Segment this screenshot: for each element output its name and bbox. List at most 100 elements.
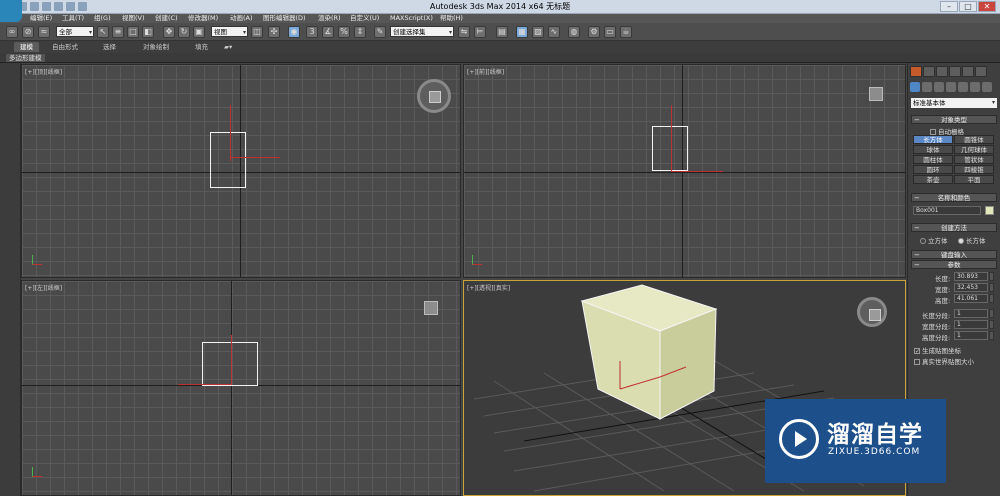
motion-tab-icon[interactable] — [949, 66, 961, 77]
box-radio[interactable]: 长方体 — [958, 235, 986, 245]
menu-tools[interactable]: 工具(T) — [62, 14, 84, 23]
box-object[interactable] — [210, 132, 246, 188]
curve-editor-icon[interactable]: ∿ — [548, 26, 560, 38]
tube-button[interactable]: 管状体 — [954, 155, 994, 164]
select-manipulate-icon[interactable]: ✣ — [268, 26, 280, 38]
helpers-icon[interactable] — [958, 82, 968, 92]
menu-maxscript[interactable]: MAXScript(X) — [390, 14, 433, 23]
viewport-top[interactable]: [+][顶][线框] — [21, 64, 461, 278]
keyboard-shortcut-override-icon[interactable]: ◉ — [288, 26, 300, 38]
select-by-name-icon[interactable]: ≡ — [112, 26, 124, 38]
width-input[interactable]: 32.453 — [954, 283, 988, 292]
keyboard-entry-rollout[interactable]: 键盘输入 — [911, 250, 997, 260]
name-color-rollout[interactable]: 名称和颜色 — [911, 193, 997, 203]
object-color-swatch[interactable] — [985, 206, 994, 215]
rendered-frame-icon[interactable]: ▭ — [604, 26, 616, 38]
tab-object-paint[interactable]: 对象绘制 — [143, 42, 169, 52]
utilities-tab-icon[interactable] — [975, 66, 987, 77]
pyramid-button[interactable]: 四棱锥 — [954, 165, 994, 174]
menu-animation[interactable]: 动画(A) — [230, 14, 253, 23]
edit-named-selection-icon[interactable]: ✎ — [374, 26, 386, 38]
percent-snap-icon[interactable]: % — [338, 26, 350, 38]
menu-create[interactable]: 创建(C) — [155, 14, 178, 23]
display-tab-icon[interactable] — [962, 66, 974, 77]
rect-selection-icon[interactable]: □ — [127, 26, 139, 38]
viewport-label-top[interactable]: [+][顶][线框] — [25, 67, 62, 76]
cylinder-button[interactable]: 圆柱体 — [913, 155, 953, 164]
angle-snap-icon[interactable]: ∡ — [322, 26, 334, 38]
object-type-rollout[interactable]: 对象类型 — [911, 115, 997, 125]
align-icon[interactable]: ⊨ — [474, 26, 486, 38]
select-move-icon[interactable]: ✥ — [163, 26, 175, 38]
named-selection-dropdown[interactable]: 创建选择集 — [390, 26, 454, 38]
unlink-icon[interactable]: ⊘ — [22, 26, 34, 38]
width-spinner[interactable] — [989, 283, 994, 292]
box-button[interactable]: 长方体 — [913, 135, 953, 144]
pivot-center-icon[interactable]: ◫ — [251, 26, 263, 38]
reference-coord-dropdown[interactable]: 视图 — [211, 26, 248, 38]
parameters-rollout[interactable]: 参数 — [911, 260, 997, 270]
mirror-icon[interactable]: ⇋ — [458, 26, 470, 38]
height-spinner[interactable] — [989, 294, 994, 303]
viewcube-icon[interactable] — [857, 297, 887, 327]
length-input[interactable]: 30.893 — [954, 272, 988, 281]
application-menu-icon[interactable] — [0, 0, 22, 22]
lights-icon[interactable] — [934, 82, 944, 92]
menu-customize[interactable]: 自定义(U) — [350, 14, 379, 23]
real-world-checkbox[interactable]: 真实世界贴图大小 — [914, 356, 974, 366]
cameras-icon[interactable] — [946, 82, 956, 92]
create-tab-icon[interactable] — [910, 66, 922, 77]
height-segs-spinner[interactable] — [989, 331, 994, 340]
viewport-left[interactable]: [+][左][线框] — [21, 280, 461, 496]
length-spinner[interactable] — [989, 272, 994, 281]
tab-freeform[interactable]: 自由形式 — [52, 42, 78, 52]
polygon-modeling-panel[interactable]: 多边形建模 — [6, 54, 45, 62]
shapes-icon[interactable] — [922, 82, 932, 92]
viewcube-icon[interactable] — [869, 87, 883, 101]
geosphere-button[interactable]: 几何球体 — [954, 145, 994, 154]
select-rotate-icon[interactable]: ↻ — [178, 26, 190, 38]
maximize-button[interactable]: □ — [959, 1, 977, 12]
modify-tab-icon[interactable] — [923, 66, 935, 77]
teapot-button[interactable]: 茶壶 — [913, 175, 953, 184]
menu-rendering[interactable]: 渲染(R) — [318, 14, 341, 23]
sphere-button[interactable]: 球体 — [913, 145, 953, 154]
bind-space-warp-icon[interactable]: ≈ — [38, 26, 50, 38]
scene-explorer-icon[interactable]: ▤ — [496, 26, 508, 38]
hierarchy-tab-icon[interactable] — [936, 66, 948, 77]
cube-radio[interactable]: 立方体 — [920, 235, 948, 245]
spinner-snap-icon[interactable]: ⇕ — [354, 26, 366, 38]
select-scale-icon[interactable]: ▣ — [193, 26, 205, 38]
cone-button[interactable]: 圆锥体 — [954, 135, 994, 144]
geometry-category-dropdown[interactable]: 标准基本体 — [911, 98, 997, 108]
length-segs-input[interactable]: 1 — [954, 309, 988, 318]
menu-group[interactable]: 组(G) — [94, 14, 111, 23]
gen-mapping-checkbox[interactable]: ✓ 生成贴图坐标 — [914, 345, 961, 355]
menu-help[interactable]: 帮助(H) — [440, 14, 463, 23]
creation-method-rollout[interactable]: 创建方法 — [911, 223, 997, 233]
link-icon[interactable]: ∞ — [6, 26, 18, 38]
space-warps-icon[interactable] — [970, 82, 980, 92]
material-editor-icon[interactable]: ◍ — [568, 26, 580, 38]
selection-filter-dropdown[interactable]: 全部 — [56, 26, 94, 38]
plane-button[interactable]: 平面 — [954, 175, 994, 184]
tab-selection[interactable]: 选择 — [103, 42, 116, 52]
object-name-input[interactable]: Box001 — [913, 206, 981, 215]
width-segs-spinner[interactable] — [989, 320, 994, 329]
ribbon-options-icon[interactable]: ▰▾ — [224, 42, 232, 52]
graphite-toolbar-icon[interactable]: ▨ — [532, 26, 544, 38]
menu-edit[interactable]: 编辑(E) — [30, 14, 52, 23]
box-object[interactable] — [652, 126, 688, 171]
close-button[interactable]: ✕ — [978, 1, 996, 12]
box-object[interactable] — [202, 342, 258, 386]
height-input[interactable]: 41.061 — [954, 294, 988, 303]
height-segs-input[interactable]: 1 — [954, 331, 988, 340]
viewport-label-front[interactable]: [+][前][线框] — [467, 67, 504, 76]
viewport-front[interactable]: [+][前][线框] — [463, 64, 906, 278]
snaps-toggle-icon[interactable]: 3 — [306, 26, 318, 38]
menu-views[interactable]: 视图(V) — [122, 14, 145, 23]
render-setup-icon[interactable]: ⚙ — [588, 26, 600, 38]
viewport-label-left[interactable]: [+][左][线框] — [25, 283, 62, 292]
menu-graph-editors[interactable]: 图形编辑器(D) — [263, 14, 306, 23]
tab-modeling[interactable]: 建模 — [14, 42, 39, 52]
